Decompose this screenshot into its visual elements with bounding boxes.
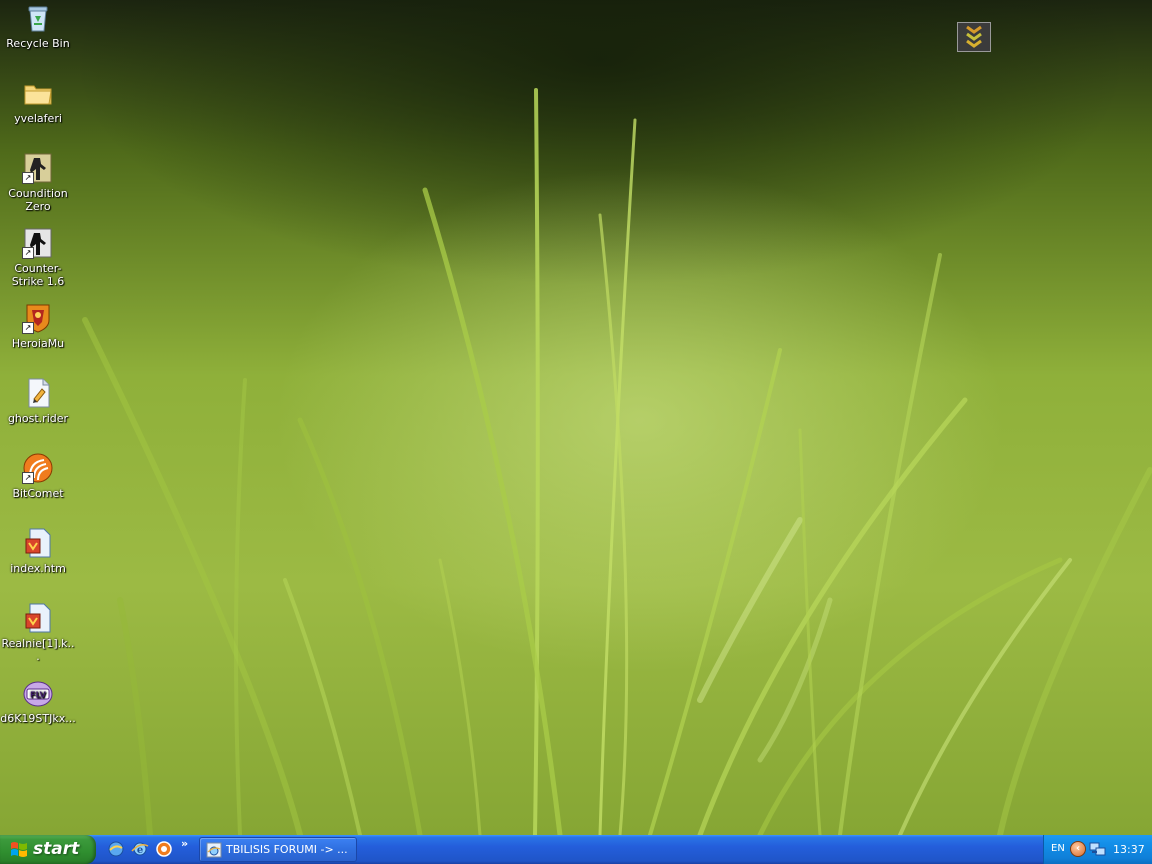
shortcut-arrow-icon: ↗: [22, 247, 34, 259]
html-file-icon: [22, 527, 54, 559]
heroiamu-icon: ↗: [22, 302, 54, 334]
start-button[interactable]: start: [0, 835, 96, 864]
download-widget[interactable]: [957, 22, 991, 52]
internet-explorer-icon: [206, 842, 222, 858]
desktop-icon-label: Realnie[1].k...: [1, 637, 75, 663]
counter-strike-icon: ↗: [22, 227, 54, 259]
folder-icon: [22, 77, 54, 109]
triple-chevron-down-icon: [966, 25, 982, 48]
desktop-icon-counter-strike[interactable]: ↗ Counter-Strike 1.6: [0, 227, 76, 288]
desktop-icon-ghost-rider[interactable]: ghost.rider: [0, 377, 76, 425]
desktop-icon-label: Counter-Strike 1.6: [11, 262, 65, 288]
desktop-icon-condition-zero[interactable]: ↗ Coundition Zero: [0, 152, 76, 213]
desktop-icon-label: BitComet: [12, 487, 64, 500]
desktop-icon-label: yvelaferi: [14, 112, 62, 125]
html-file-icon: [22, 602, 54, 634]
show-hidden-icons-chevron-icon[interactable]: ‹: [1070, 841, 1086, 857]
start-label: start: [33, 839, 80, 859]
desktop[interactable]: Recycle Bin yvelaferi ↗ Coundition Zero …: [0, 0, 1152, 835]
shortcut-arrow-icon: ↗: [22, 472, 34, 484]
windows-flag-icon: [11, 842, 27, 857]
desktop-icon-index-htm[interactable]: index.htm: [0, 527, 76, 575]
network-connection-icon[interactable]: [1089, 841, 1107, 858]
clock[interactable]: 13:37: [1113, 843, 1145, 856]
quicklaunch-show-desktop[interactable]: [107, 840, 127, 860]
desktop-icon-yvelaferi[interactable]: yvelaferi: [0, 77, 76, 125]
bitcomet-icon: ↗: [22, 452, 54, 484]
shortcut-arrow-icon: ↗: [22, 322, 34, 334]
language-indicator[interactable]: EN: [1051, 843, 1065, 854]
desktop-icon-flv-file[interactable]: FLV d6K19STJkx...: [0, 677, 76, 725]
ghost-rider-file-icon: [22, 377, 54, 409]
taskbar: start e » TBILISIS FORUMI -> ... EN ‹ 13…: [0, 835, 1152, 864]
desktop-icon-heroiamu[interactable]: ↗ HeroiaMu: [0, 302, 76, 350]
desktop-icon-label: index.htm: [10, 562, 66, 575]
internet-explorer-icon: e: [131, 842, 149, 856]
recycle-bin-icon: [22, 2, 54, 34]
condition-zero-icon: ↗: [22, 152, 54, 184]
desktop-icon-label: d6K19STJkx...: [0, 712, 76, 725]
flv-file-icon: FLV: [22, 677, 54, 709]
quicklaunch-internet-explorer[interactable]: e: [131, 840, 151, 860]
quicklaunch-media-player[interactable]: [155, 840, 175, 860]
desktop-icon-label: Coundition Zero: [8, 187, 68, 213]
desktop-icon-recycle-bin[interactable]: Recycle Bin: [0, 2, 76, 50]
media-player-icon: [156, 841, 172, 857]
desktop-icon-label: ghost.rider: [7, 412, 69, 425]
desktop-icon-label: HeroiaMu: [11, 337, 65, 350]
taskbar-button-label: TBILISIS FORUMI -> ...: [226, 843, 348, 856]
ie-globe-icon: [108, 841, 124, 857]
wallpaper-grass: [82, 88, 1152, 835]
quicklaunch-more-chevron-icon[interactable]: »: [181, 837, 188, 850]
desktop-icon-bitcomet[interactable]: ↗ BitComet: [0, 452, 76, 500]
desktop-icon-realnie[interactable]: Realnie[1].k...: [0, 602, 76, 663]
taskbar-button-tbilisis-forumi[interactable]: TBILISIS FORUMI -> ...: [199, 837, 357, 862]
system-tray: EN ‹ 13:37: [1043, 835, 1152, 864]
desktop-icon-label: Recycle Bin: [6, 37, 70, 50]
shortcut-arrow-icon: ↗: [22, 172, 34, 184]
svg-text:FLV: FLV: [30, 691, 46, 700]
